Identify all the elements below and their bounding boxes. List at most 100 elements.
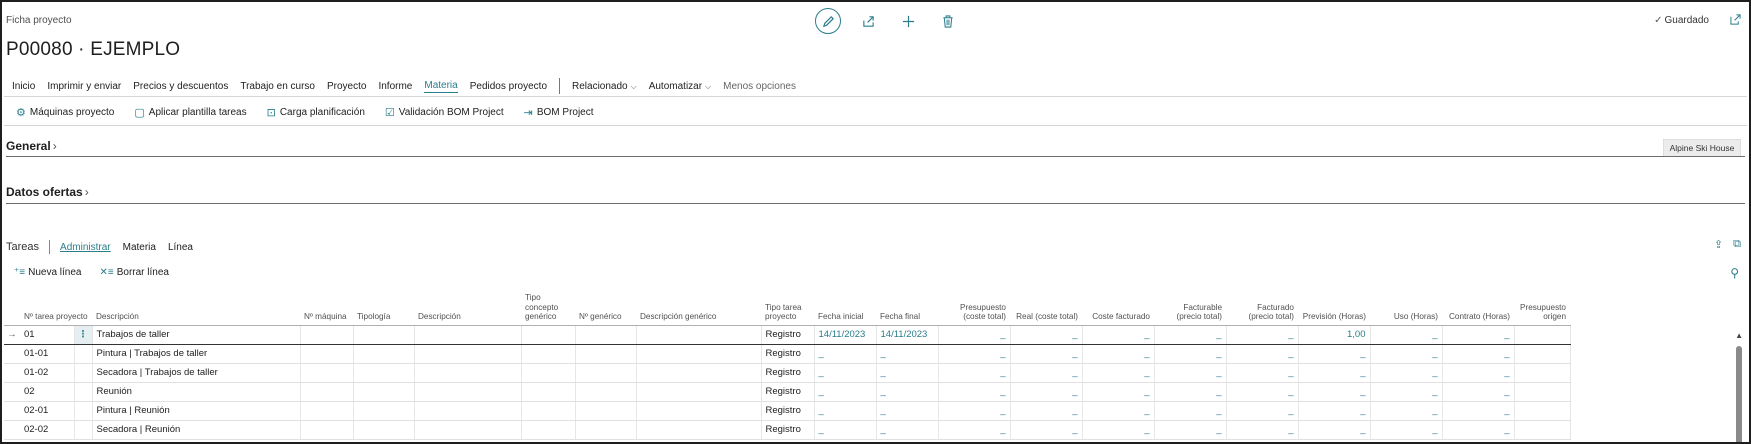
section-general[interactable]: General ›	[6, 139, 57, 153]
cell-generic-no[interactable]	[575, 363, 637, 383]
cell-actual-cost[interactable]: _	[1010, 324, 1083, 345]
col-actual-cost[interactable]: Real (coste total)	[1010, 288, 1082, 326]
cell-generic-description[interactable]	[636, 401, 762, 421]
col-origin-budget[interactable]: Presupuesto origen	[1514, 288, 1570, 326]
cell-invoiced-cost[interactable]: _	[1082, 363, 1155, 383]
cell-typology[interactable]	[353, 420, 415, 440]
cell-generic-concept-type[interactable]	[521, 324, 576, 345]
cell-billable-price[interactable]: _	[1154, 401, 1227, 421]
cell-task-type[interactable]: Registro	[761, 363, 815, 383]
menu-dropdown-automatizar[interactable]: Automatizar ⌵	[649, 81, 711, 92]
cell-description-2[interactable]	[414, 344, 522, 364]
cell-usage-hours[interactable]: _	[1370, 401, 1443, 421]
cell-start-date[interactable]: _	[814, 382, 877, 402]
cell-machine-no[interactable]	[300, 401, 354, 421]
table-row[interactable]: → 01 ⋮ Trabajos de taller Registro 14/11/2023…	[4, 324, 1571, 345]
popout-icon[interactable]: ⧉	[1733, 238, 1741, 251]
tab-linea[interactable]: Línea	[168, 242, 193, 253]
tab-materia[interactable]: Materia	[123, 242, 156, 253]
cell-typology[interactable]	[353, 344, 415, 364]
menu-dropdown-relacionado[interactable]: Relacionado ⌵	[572, 81, 637, 92]
col-generic-concept-type[interactable]: Tipo concepto genérico	[521, 288, 575, 326]
cell-machine-no[interactable]	[300, 420, 354, 440]
col-generic-no[interactable]: Nº genérico	[575, 288, 636, 326]
section-offers[interactable]: Datos ofertas ›	[6, 185, 89, 199]
col-generic-description[interactable]: Descripción genérico	[636, 288, 761, 326]
cell-generic-concept-type[interactable]	[521, 401, 576, 421]
cell-description-2[interactable]	[414, 363, 522, 383]
cell-actual-cost[interactable]: _	[1010, 382, 1083, 402]
cell-description-2[interactable]	[414, 324, 522, 345]
load-planning-button[interactable]: ⊡ Carga planificación	[267, 106, 365, 119]
col-invoiced-price[interactable]: Facturado (precio total)	[1226, 288, 1298, 326]
row-actions-button[interactable]: ⋮	[74, 324, 93, 345]
cell-contract-hours[interactable]: _	[1442, 363, 1515, 383]
table-row[interactable]: 02-02 Secadora | Reunión Registro _ _ _ _ _ _ _ _ _…	[4, 420, 1571, 440]
cell-invoiced-cost[interactable]: _	[1082, 420, 1155, 440]
col-typology[interactable]: Tipología	[353, 288, 414, 326]
cell-generic-no[interactable]	[575, 344, 637, 364]
share-button[interactable]	[855, 8, 881, 34]
cell-forecast-hours[interactable]: _	[1298, 420, 1371, 440]
cell-origin-budget[interactable]	[1514, 324, 1571, 345]
cell-budget-cost[interactable]: _	[938, 420, 1011, 440]
cell-generic-description[interactable]	[636, 363, 762, 383]
cell-typology[interactable]	[353, 363, 415, 383]
cell-task-no[interactable]: 01-02	[20, 363, 75, 383]
cell-forecast-hours[interactable]: _	[1298, 344, 1371, 364]
table-row[interactable]: 02 Reunión Registro _ _ _ _ _ _ _ _ _ _	[4, 382, 1571, 402]
cell-invoiced-price[interactable]: _	[1226, 363, 1299, 383]
cell-generic-concept-type[interactable]	[521, 382, 576, 402]
cell-start-date[interactable]: _	[814, 363, 877, 383]
cell-task-type[interactable]: Registro	[761, 382, 815, 402]
cell-billable-price[interactable]: _	[1154, 382, 1227, 402]
cell-description[interactable]: Trabajos de taller	[92, 324, 301, 345]
vertical-scrollbar[interactable]	[1736, 346, 1742, 442]
col-billable-price[interactable]: Facturable (precio total)	[1154, 288, 1226, 326]
col-description-2[interactable]: Descripción	[414, 288, 521, 326]
table-row[interactable]: 02-01 Pintura | Reunión Registro _ _ _ _ _ _ _ _ _ _	[4, 401, 1571, 421]
col-contract-hours[interactable]: Contrato (Horas)	[1442, 288, 1514, 326]
cell-generic-no[interactable]	[575, 324, 637, 345]
cell-actual-cost[interactable]: _	[1010, 363, 1083, 383]
delete-button[interactable]	[935, 8, 961, 34]
cell-actual-cost[interactable]: _	[1010, 420, 1083, 440]
cell-billable-price[interactable]: _	[1154, 420, 1227, 440]
cell-end-date[interactable]: _	[876, 363, 939, 383]
cell-generic-no[interactable]	[575, 382, 637, 402]
cell-invoiced-price[interactable]: _	[1226, 401, 1299, 421]
menu-item-pedidos[interactable]: Pedidos proyecto	[470, 81, 547, 92]
cell-contract-hours[interactable]: _	[1442, 420, 1515, 440]
cell-start-date[interactable]: _	[814, 344, 877, 364]
cell-task-no[interactable]: 01	[20, 324, 75, 345]
cell-description[interactable]: Secadora | Trabajos de taller	[92, 363, 301, 383]
cell-start-date[interactable]: 14/11/2023	[814, 324, 877, 345]
cell-origin-budget[interactable]	[1514, 401, 1571, 421]
cell-end-date[interactable]: _	[876, 401, 939, 421]
cell-task-type[interactable]: Registro	[761, 324, 815, 345]
cell-forecast-hours[interactable]: 1,00	[1298, 324, 1371, 345]
cell-task-type[interactable]: Registro	[761, 344, 815, 364]
cell-machine-no[interactable]	[300, 324, 354, 345]
col-budget-cost[interactable]: Presupuesto (coste total)	[938, 288, 1010, 326]
cell-generic-concept-type[interactable]	[521, 420, 576, 440]
cell-description-2[interactable]	[414, 401, 522, 421]
cell-description-2[interactable]	[414, 382, 522, 402]
cell-budget-cost[interactable]: _	[938, 324, 1011, 345]
cell-usage-hours[interactable]: _	[1370, 344, 1443, 364]
cell-task-no[interactable]: 02	[20, 382, 75, 402]
col-task-no[interactable]: Nº tarea proyecto	[20, 288, 92, 326]
cell-invoiced-cost[interactable]: _	[1082, 401, 1155, 421]
cell-contract-hours[interactable]: _	[1442, 344, 1515, 364]
cell-machine-no[interactable]	[300, 344, 354, 364]
col-usage-hours[interactable]: Uso (Horas)	[1370, 288, 1442, 326]
cell-invoiced-price[interactable]: _	[1226, 382, 1299, 402]
cell-end-date[interactable]: _	[876, 344, 939, 364]
cell-end-date[interactable]: 14/11/2023	[876, 324, 939, 345]
cell-contract-hours[interactable]: _	[1442, 324, 1515, 345]
cell-end-date[interactable]: _	[876, 382, 939, 402]
table-row[interactable]: 01-01 Pintura | Trabajos de taller Registr…	[4, 344, 1571, 364]
cell-origin-budget[interactable]	[1514, 363, 1571, 383]
cell-budget-cost[interactable]: _	[938, 363, 1011, 383]
cell-generic-description[interactable]	[636, 382, 762, 402]
